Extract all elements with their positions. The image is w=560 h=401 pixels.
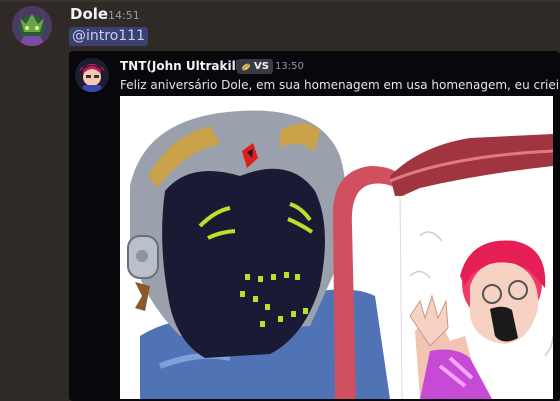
character-avatar-icon — [12, 6, 52, 46]
user-mention[interactable]: @intro111 — [69, 27, 148, 46]
message-timestamp: 14:51 — [108, 9, 140, 22]
embed-message-text: Feliz aniversário Dole, em sua homenagem… — [120, 78, 560, 92]
leaf-icon — [242, 63, 250, 70]
forwarded-message: TNT(John Ultrakill) VS 13:50 Feliz anive… — [69, 51, 560, 401]
embed-author[interactable]: TNT(John Ultrakill) — [120, 59, 245, 73]
guild-tag-badge[interactable]: VS — [237, 59, 273, 74]
top-divider — [0, 0, 560, 2]
character-avatar-icon — [75, 58, 109, 92]
embed-avatar[interactable] — [75, 58, 109, 92]
attached-drawing-image[interactable] — [120, 96, 553, 399]
embed-timestamp: 13:50 — [275, 61, 304, 72]
guild-tag-label: VS — [254, 61, 269, 72]
message-author[interactable]: Dole — [70, 5, 108, 23]
drawing-illustration — [120, 96, 553, 399]
user-avatar[interactable] — [12, 6, 52, 46]
